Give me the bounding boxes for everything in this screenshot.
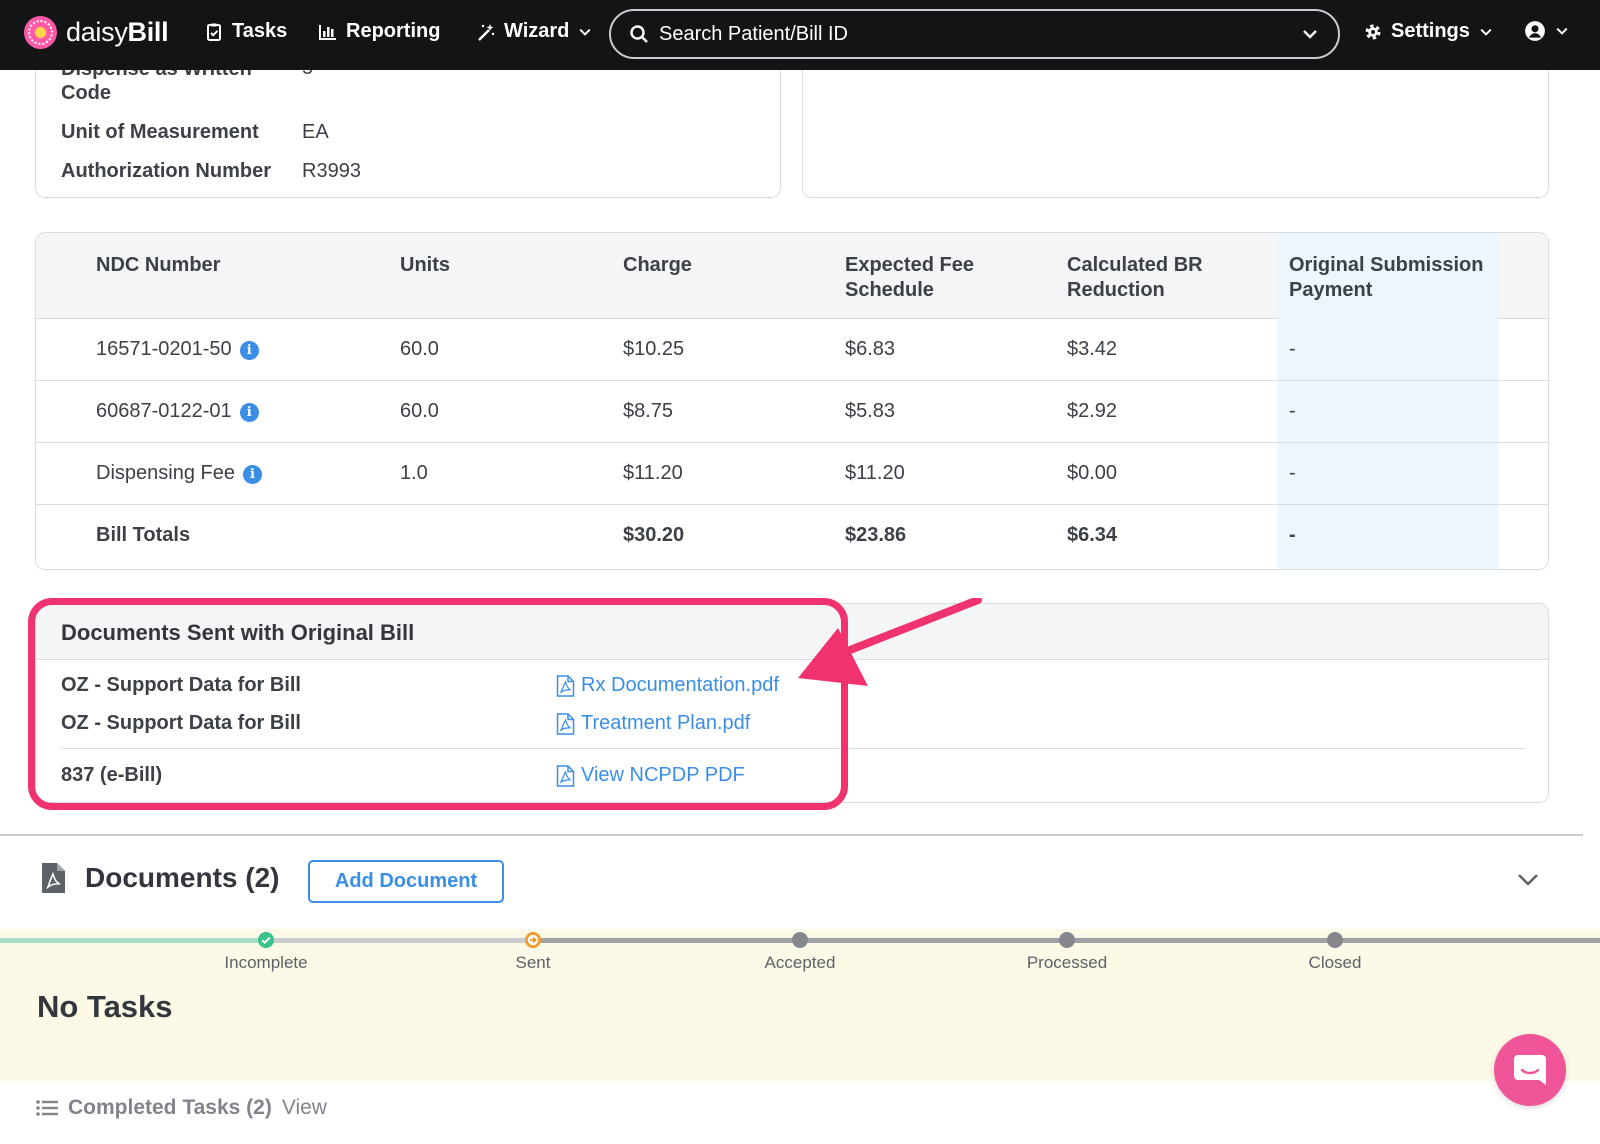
nav-settings-dropdown[interactable]: Settings [1363,20,1494,43]
units-cell: 60.0 [400,400,439,422]
orig-payment-cell: - [1289,462,1296,484]
header-expected-fee-schedule: Expected Fee Schedule [845,254,974,301]
documents-section-header: Documents (2) [40,862,279,894]
total-orig-payment: - [1289,524,1296,546]
flower-logo-icon [24,16,57,49]
view-completed-tasks-link[interactable]: View [282,1096,327,1120]
magic-wand-icon [478,23,495,41]
chevron-down-icon[interactable] [1516,872,1540,888]
nav-tasks[interactable]: Tasks [204,20,287,43]
clipboard-check-icon [207,23,221,41]
unit-of-measurement-value: EA [302,121,329,143]
info-icon[interactable]: i [239,403,259,422]
info-icon[interactable]: i [242,465,262,484]
table-totals-row: Bill Totals $30.20 $23.86 $6.34 - [36,505,1548,567]
completed-tasks-row: Completed Tasks (2) View [36,1096,327,1120]
chevron-down-icon[interactable] [1300,24,1320,44]
step-label-closed: Closed [1308,953,1362,972]
header-calculated-br-reduction: Calculated BR Reduction [1067,254,1203,301]
charge-cell: $8.75 [623,400,674,422]
step-label-incomplete: Incomplete [224,953,308,972]
fee-cell: $5.83 [845,400,896,422]
charge-cell: $11.20 [623,462,683,484]
nav-tasks-label: Tasks [232,20,288,42]
step-dot [1059,932,1075,948]
units-cell: 1.0 [400,462,428,484]
nav-wizard-label: Wizard [504,20,570,42]
br-cell: $0.00 [1067,462,1118,484]
daisybill-logo[interactable]: daisyBill [24,16,169,49]
step-label-sent: Sent [515,953,551,972]
search-icon [630,25,648,43]
total-charge: $30.20 [623,524,685,546]
search-input[interactable] [659,22,1279,46]
step-label-processed: Processed [1026,953,1108,972]
no-tasks-heading: No Tasks [37,989,173,1024]
chevron-down-icon [1480,28,1492,36]
units-cell: 60.0 [400,338,439,360]
add-document-button[interactable]: Add Document [308,860,504,903]
total-br: $6.34 [1067,524,1118,546]
info-icon[interactable]: i [239,341,259,360]
bar-chart-icon [319,24,336,40]
br-cell: $2.92 [1067,400,1118,422]
authorization-number-value: R3993 [302,160,361,182]
header-ndc-number: NDC Number [96,254,221,276]
step-dot [792,932,808,948]
ndc-cell: 60687-0122-01 i [96,400,259,423]
bill-status-progress: Incomplete Sent Accepted Processed Close… [0,929,1600,1081]
pdf-file-icon [42,863,65,893]
unit-of-measurement-label: Unit of Measurement [61,121,259,143]
nav-settings-label: Settings [1391,20,1470,42]
orig-payment-cell: - [1289,400,1296,422]
patient-bill-search[interactable] [609,9,1340,59]
header-units: Units [400,254,450,276]
chevron-down-icon [579,28,591,36]
chat-support-button[interactable] [1494,1034,1566,1106]
nav-wizard-dropdown[interactable]: Wizard [476,20,593,43]
step-dot [1327,932,1343,948]
ndc-cell: 16571-0201-50 i [96,338,259,361]
totals-label: Bill Totals [96,524,191,546]
ndc-cell: Dispensing Fee i [96,462,262,485]
nav-reporting[interactable]: Reporting [318,20,440,43]
authorization-number-label: Authorization Number [61,160,271,182]
documents-title: Documents (2) [85,862,280,893]
annotation-arrow-icon [798,598,982,686]
ndc-line-items-table: NDC Number Units Charge Expected Fee Sche… [35,232,1549,570]
header-charge: Charge [623,254,692,276]
fee-cell: $6.83 [845,338,896,360]
header-original-submission-payment: Original Submission Payment [1289,254,1484,301]
chevron-down-icon [1556,27,1568,35]
completed-tasks-label: Completed Tasks (2) [68,1096,272,1119]
table-row: 16571-0201-50 i 60.0 $10.25 $6.83 $3.42 - [36,319,1548,381]
top-navigation-bar: daisyBill Tasks Reporting Wizard Setting… [0,0,1600,70]
arrow-circle-icon [525,932,541,948]
user-circle-icon [1525,21,1545,41]
brand-name-light: daisy [66,17,128,47]
total-fee: $23.86 [845,524,907,546]
table-row: Dispensing Fee i 1.0 $11.20 $11.20 $0.00 … [36,443,1548,505]
nav-reporting-label: Reporting [346,20,441,42]
list-icon [36,1100,58,1116]
section-divider [0,834,1583,836]
check-circle-icon [258,932,274,948]
brand-name-bold: Bill [127,17,169,47]
step-label-accepted: Accepted [764,953,836,972]
orig-payment-cell: - [1289,338,1296,360]
fee-cell: $11.20 [845,462,905,484]
annotation-highlight-box [28,598,848,810]
br-cell: $3.42 [1067,338,1118,360]
user-account-dropdown[interactable] [1524,20,1570,42]
charge-cell: $10.25 [623,338,685,360]
chat-icon [1514,1055,1546,1085]
gear-icon [1365,24,1381,39]
table-row: 60687-0122-01 i 60.0 $8.75 $5.83 $2.92 - [36,381,1548,443]
